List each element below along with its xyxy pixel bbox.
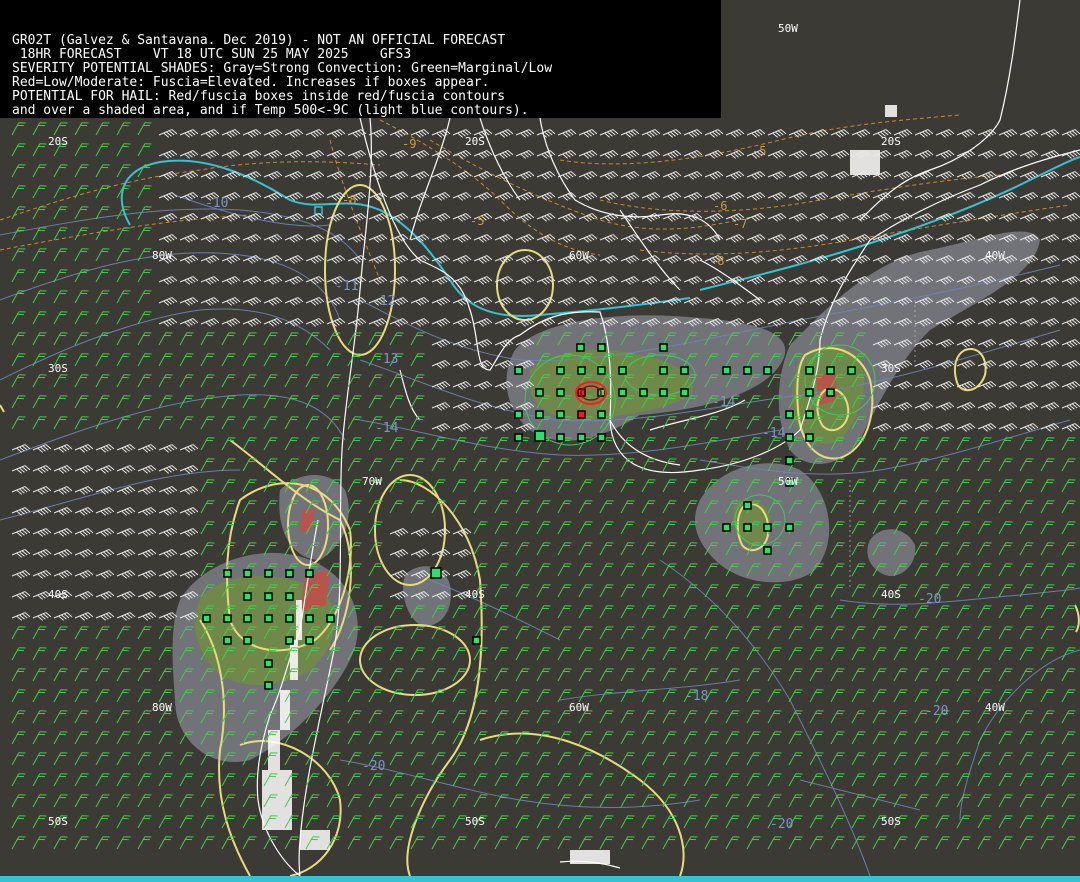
temp-label: -18 bbox=[685, 689, 708, 704]
header-line: Red=Low/Moderate: Fuscia=Elevated. Incre… bbox=[12, 75, 490, 90]
orange-label: -6 bbox=[713, 199, 727, 213]
grid-label: 30S bbox=[48, 362, 68, 375]
grid-label: 40W bbox=[985, 249, 1005, 262]
orange-label: -9 bbox=[402, 137, 416, 151]
temp-label: -11 bbox=[335, 279, 358, 294]
orange-label: -8 bbox=[710, 254, 724, 268]
temp-label: -20 bbox=[770, 817, 793, 832]
grid-label: 60W bbox=[569, 701, 589, 714]
header-line: and over a shaded area, and if Temp 500<… bbox=[12, 103, 529, 118]
header-line: 18HR FORECAST VT 18 UTC SUN 25 MAY 2025 … bbox=[12, 47, 412, 62]
temp-label: -14 bbox=[762, 426, 786, 441]
grid-label: 20S bbox=[881, 135, 901, 148]
orange-label: -5 bbox=[752, 144, 766, 158]
forecast-map: 50W 20S 20S 20S 80W 60W 40W 30S 30S 70W … bbox=[0, 0, 1080, 882]
temp-label: -12 bbox=[372, 294, 395, 309]
grid-label: 70W bbox=[362, 475, 382, 488]
temp-label: -14 bbox=[375, 421, 399, 436]
grid-label: 80W bbox=[152, 249, 172, 262]
header-line: SEVERITY POTENTIAL SHADES: Gray=Strong C… bbox=[12, 61, 553, 76]
grid-label: 40S bbox=[48, 588, 68, 601]
temp-label: -13 bbox=[375, 352, 398, 367]
grid-label: 40S bbox=[465, 588, 485, 601]
grid-label: 80W bbox=[152, 701, 172, 714]
grid-label: 20S bbox=[465, 135, 485, 148]
temp-label: -20 bbox=[918, 592, 941, 607]
header-line: POTENTIAL FOR HAIL: Red/fuscia boxes ins… bbox=[12, 89, 506, 104]
temp-label: -14 bbox=[712, 395, 736, 410]
grid-label: 20S bbox=[48, 135, 68, 148]
orange-label: -7 bbox=[733, 217, 747, 231]
grid-label: 50S bbox=[48, 815, 68, 828]
temp-label: -10 bbox=[205, 196, 228, 211]
orange-label: -5 bbox=[470, 214, 484, 228]
grid-label: 40W bbox=[985, 701, 1005, 714]
grid-label: 50W bbox=[778, 475, 798, 488]
grid-label: 50W bbox=[778, 22, 798, 35]
grid-label: 50S bbox=[881, 815, 901, 828]
orange-label: -8 bbox=[342, 193, 356, 207]
temp-label: -20 bbox=[925, 704, 948, 719]
map-canvas: 50W 20S 20S 20S 80W 60W 40W 30S 30S 70W … bbox=[0, 0, 1080, 882]
bottom-border bbox=[0, 876, 1080, 882]
header-line: GR02T (Galvez & Santavana. Dec 2019) - N… bbox=[12, 33, 506, 48]
temp-label: -20 bbox=[362, 759, 385, 774]
grid-label: 40S bbox=[881, 588, 901, 601]
grid-label: 50S bbox=[465, 815, 485, 828]
grid-label: 60W bbox=[569, 249, 589, 262]
forecast-header-panel: GR02T (Galvez & Santavana. Dec 2019) - N… bbox=[0, 0, 721, 118]
grid-label: 30S bbox=[881, 362, 901, 375]
